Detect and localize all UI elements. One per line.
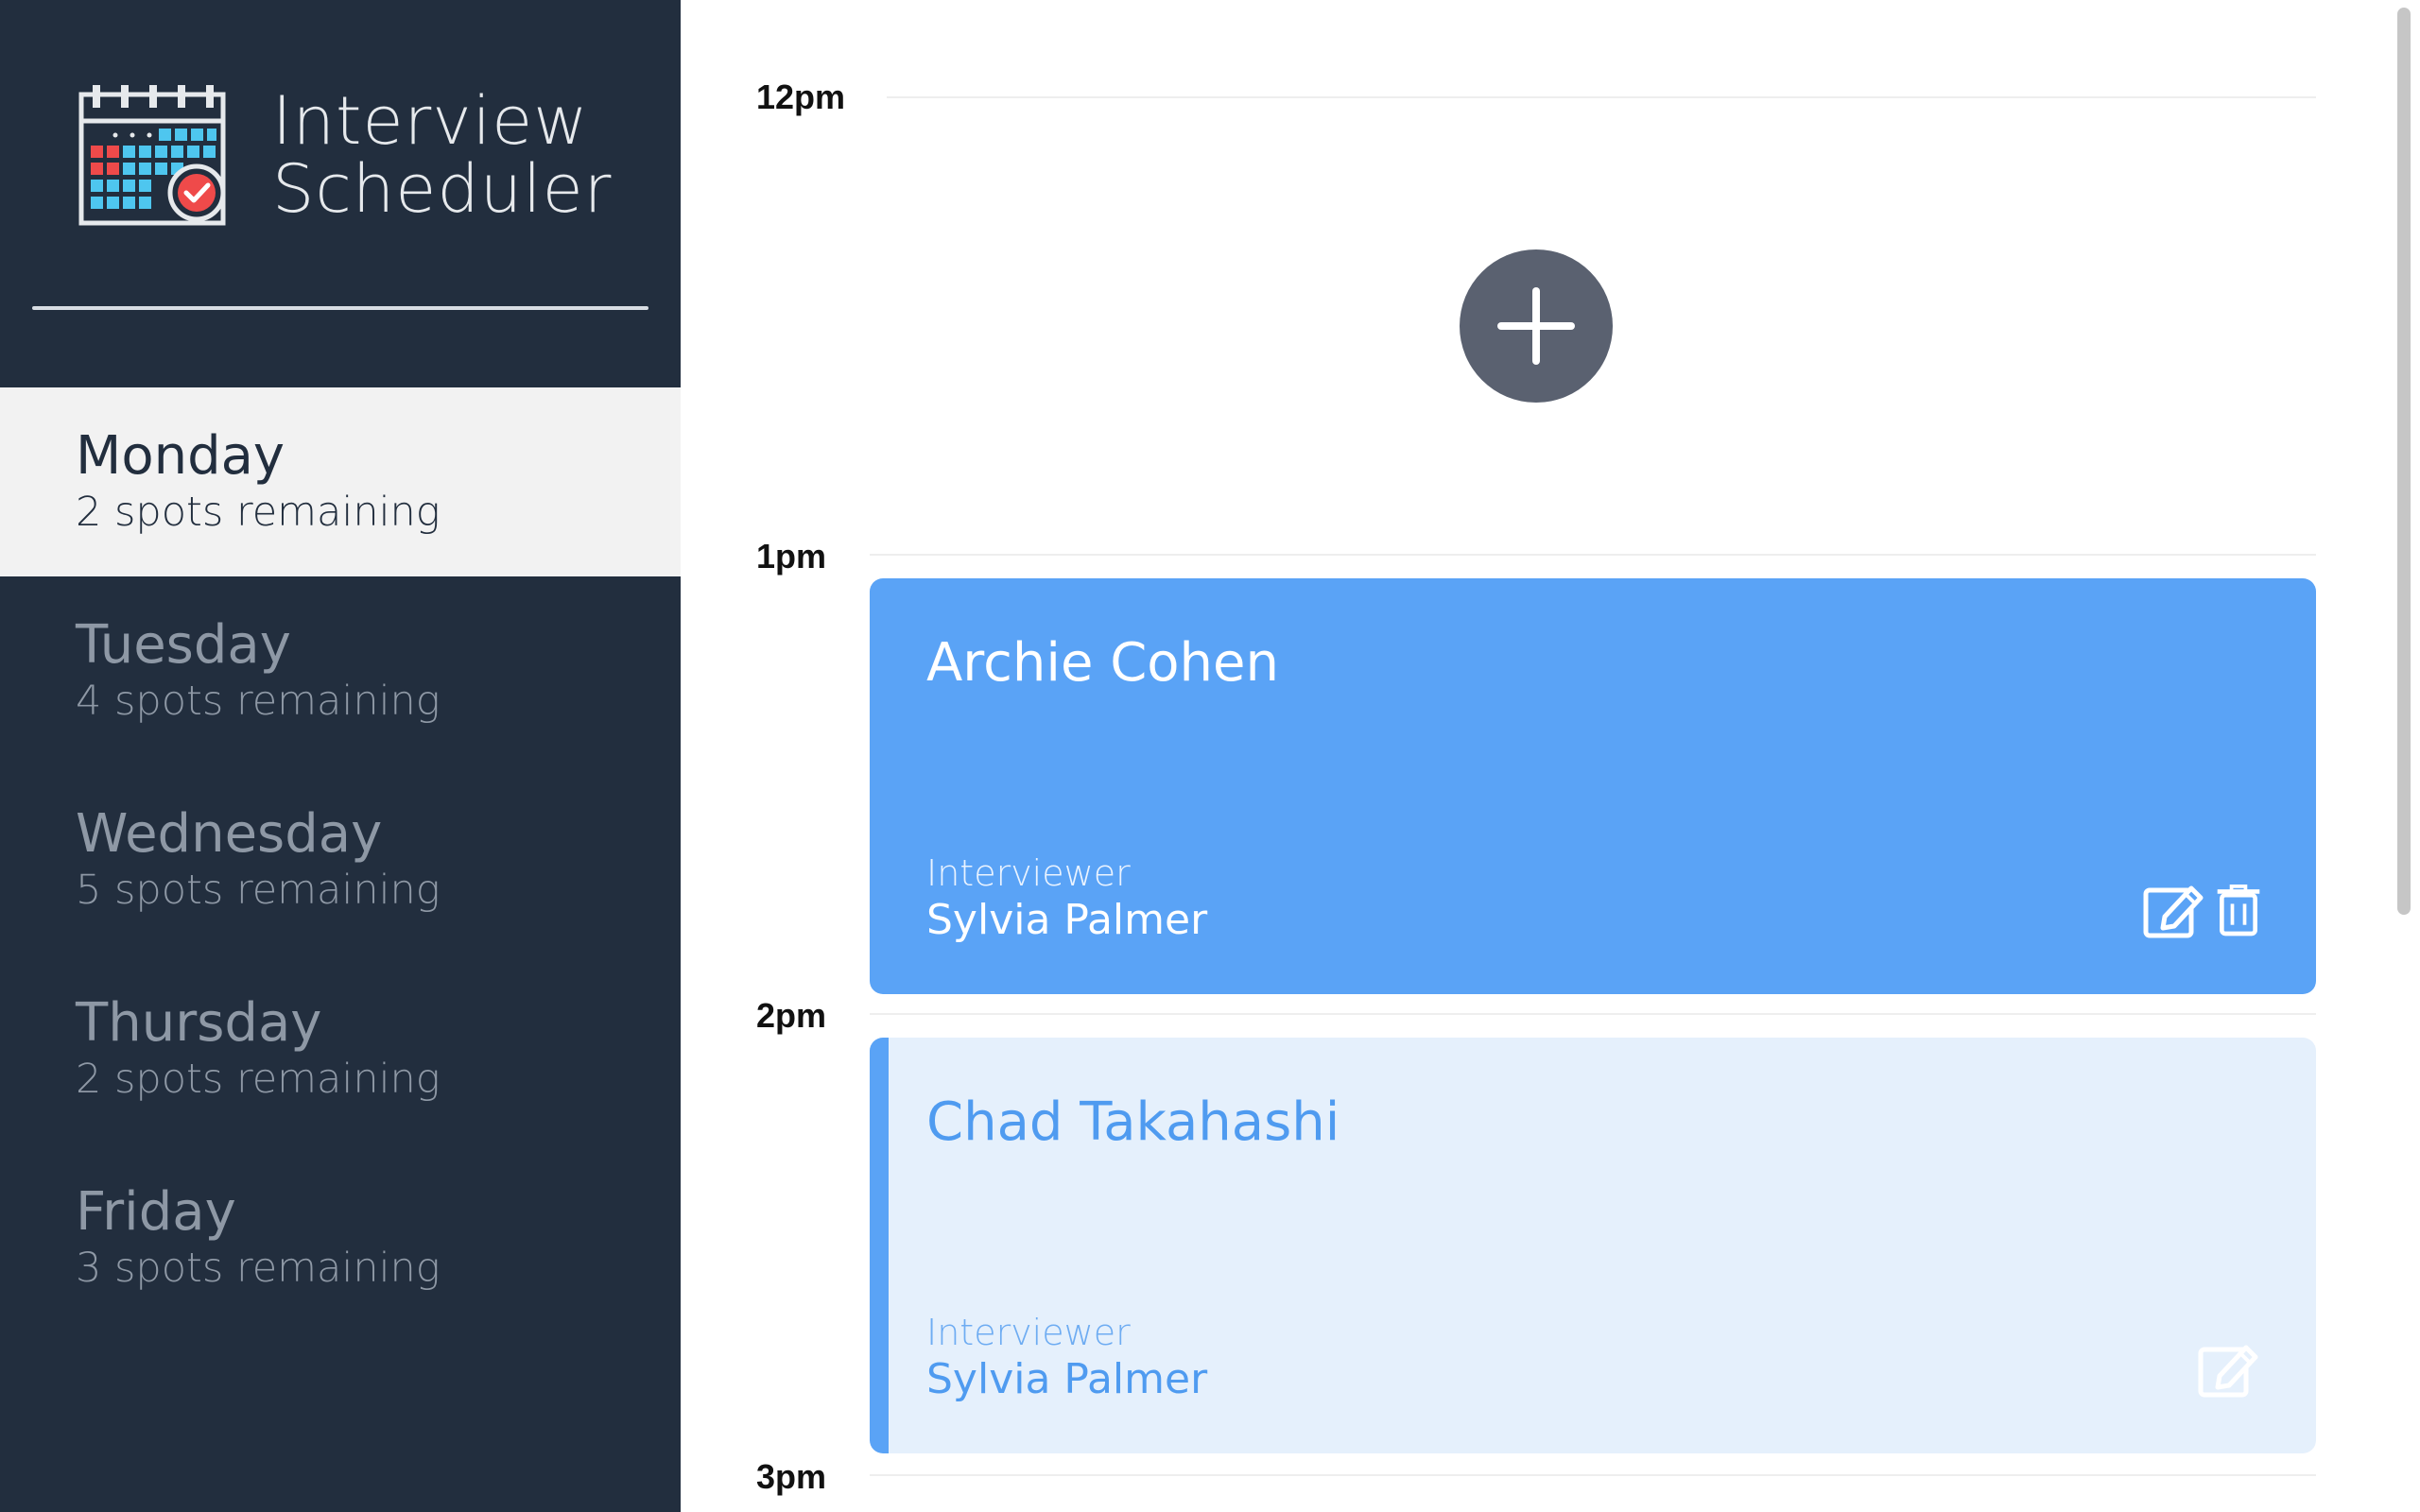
time-divider [870, 1013, 2316, 1015]
interviewer-label: Interviewer [926, 1312, 1131, 1353]
trash-icon[interactable] [2214, 879, 2263, 939]
student-name: Chad Takahashi [926, 1091, 1340, 1153]
day-item-monday[interactable]: Monday 2 spots remaining [0, 387, 681, 576]
day-item-friday[interactable]: Friday 3 spots remaining [0, 1143, 681, 1332]
appointment-actions [2142, 879, 2263, 939]
day-spots-remaining: 3 spots remaining [76, 1245, 441, 1292]
time-label-2pm: 2pm [756, 996, 827, 1035]
schedule: 12pm 1pm Archie Cohen Interviewer Sylvia… [681, 0, 2382, 1512]
time-label-1pm: 1pm [756, 537, 827, 576]
day-spots-remaining: 4 spots remaining [76, 678, 441, 725]
interviewer-name: Sylvia Palmer [926, 1355, 1208, 1403]
app: Interview Scheduler Monday 2 spots remai… [0, 0, 2420, 1512]
plus-icon-vertical [1532, 287, 1540, 365]
appointment-card[interactable]: Chad Takahashi Interviewer Sylvia Palmer [870, 1038, 2316, 1453]
brand: Interview Scheduler [78, 83, 645, 234]
app-title: Interview Scheduler [272, 87, 612, 223]
sidebar-divider [32, 306, 648, 310]
time-divider [870, 554, 2316, 556]
day-name: Tuesday [76, 614, 291, 676]
appointment-actions [2197, 1338, 2263, 1399]
time-label-12pm: 12pm [756, 77, 846, 116]
scrollbar-track[interactable] [2382, 0, 2420, 1512]
interviewer-name: Sylvia Palmer [926, 896, 1208, 944]
scrollbar-thumb[interactable] [2397, 8, 2411, 915]
day-item-tuesday[interactable]: Tuesday 4 spots remaining [0, 576, 681, 765]
day-name: Thursday [76, 992, 322, 1054]
day-name: Friday [76, 1181, 236, 1243]
day-name: Monday [76, 425, 285, 487]
appointment-card[interactable]: Archie Cohen Interviewer Sylvia Palmer [870, 578, 2316, 994]
day-spots-remaining: 5 spots remaining [76, 867, 441, 914]
day-spots-remaining: 2 spots remaining [76, 1056, 441, 1103]
time-divider [887, 96, 2316, 98]
day-item-wednesday[interactable]: Wednesday 5 spots remaining [0, 765, 681, 954]
day-name: Wednesday [76, 803, 383, 865]
edit-icon[interactable] [2197, 1338, 2263, 1399]
add-appointment-button[interactable] [1460, 249, 1613, 403]
day-spots-remaining: 2 spots remaining [76, 489, 441, 536]
interviewer-label: Interviewer [926, 852, 1131, 894]
calendar-logo-icon [78, 85, 226, 226]
time-divider [870, 1474, 2316, 1476]
app-title-line-1: Interview [272, 82, 589, 160]
day-list: Monday 2 spots remaining Tuesday 4 spots… [0, 387, 681, 1332]
app-title-line-2: Scheduler [272, 150, 613, 228]
edit-icon[interactable] [2142, 879, 2208, 939]
time-label-3pm: 3pm [756, 1457, 827, 1496]
sidebar: Interview Scheduler Monday 2 spots remai… [0, 0, 681, 1512]
student-name: Archie Cohen [926, 632, 1279, 694]
day-item-thursday[interactable]: Thursday 2 spots remaining [0, 954, 681, 1143]
